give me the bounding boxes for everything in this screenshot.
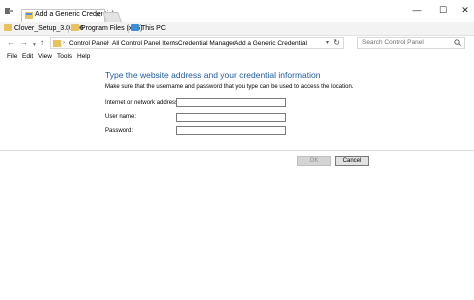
favorites-divider <box>128 25 129 33</box>
page-title: Type the website address and your creden… <box>105 70 321 80</box>
network-address-field[interactable] <box>176 98 286 107</box>
menu-tools[interactable]: Tools <box>57 52 72 62</box>
address-dropdown-icon[interactable]: ▾ <box>326 39 329 48</box>
control-panel-icon <box>25 12 33 19</box>
address-row: ← → ▼ ↑ › Control Panel › All Control Pa… <box>0 36 474 51</box>
back-arrow-icon[interactable]: ← <box>7 38 15 48</box>
new-tab-button[interactable] <box>102 12 122 22</box>
folder-icon <box>71 24 79 31</box>
menu-file[interactable]: File <box>7 52 17 62</box>
favorite-label: This PC <box>141 25 166 32</box>
breadcrumb-separator: › <box>173 40 175 46</box>
forward-arrow-icon[interactable]: → <box>20 38 28 48</box>
recent-locations-icon[interactable]: ▼ <box>32 40 37 50</box>
search-icon <box>454 39 461 46</box>
favorites-bar: Clover_Setup_3.0.406 Program Files (x86)… <box>0 22 474 36</box>
folder-icon <box>4 24 12 31</box>
tab-close-icon[interactable]: ✕ <box>95 11 101 19</box>
address-label: Internet or network address: <box>105 100 180 106</box>
menu-bar: File Edit View Tools Help <box>0 51 474 63</box>
menu-edit[interactable]: Edit <box>22 52 33 62</box>
favorite-this-pc[interactable]: This PC <box>131 24 166 34</box>
cancel-button[interactable]: Cancel <box>335 156 369 166</box>
breadcrumb-control-panel[interactable]: Control Panel <box>69 39 108 48</box>
instruction-text: Make sure that the username and password… <box>105 84 354 90</box>
maximize-button[interactable]: ☐ <box>437 4 449 16</box>
control-panel-icon <box>53 40 61 47</box>
breadcrumb-separator: › <box>63 40 65 46</box>
content-divider <box>0 150 474 151</box>
window-tab[interactable]: Add a Generic Credential ✕ <box>21 9 114 22</box>
menu-view[interactable]: View <box>38 52 52 62</box>
breadcrumb-separator: › <box>107 40 109 46</box>
search-placeholder: Search Control Panel <box>362 39 424 46</box>
address-bar[interactable]: › Control Panel › All Control Panel Item… <box>50 37 344 49</box>
search-input[interactable]: Search Control Panel <box>357 37 465 49</box>
breadcrumb-separator: › <box>303 40 305 46</box>
credential-manager-icon <box>5 8 13 14</box>
breadcrumb-all-items[interactable]: All Control Panel Items <box>112 39 178 48</box>
password-field[interactable] <box>176 126 286 135</box>
username-field[interactable] <box>176 113 286 122</box>
up-arrow-icon[interactable]: ↑ <box>40 38 44 48</box>
minimize-button[interactable]: — <box>411 4 423 16</box>
favorites-divider <box>68 25 69 33</box>
breadcrumb-add-generic-credential[interactable]: Add a Generic Credential <box>234 39 307 48</box>
refresh-icon[interactable]: ↻ <box>333 38 340 48</box>
ok-button[interactable]: OK <box>297 156 331 166</box>
password-label: Password: <box>105 128 134 134</box>
breadcrumb-credential-manager[interactable]: Credential Manager <box>178 39 235 48</box>
close-button[interactable]: ✕ <box>459 4 471 16</box>
title-bar: Add a Generic Credential ✕ — ☐ ✕ <box>0 0 474 22</box>
pc-icon <box>131 24 139 31</box>
username-label: User name: <box>105 114 137 120</box>
main-content: Type the website address and your creden… <box>0 63 474 300</box>
breadcrumb-separator: › <box>228 40 230 46</box>
menu-help[interactable]: Help <box>77 52 90 62</box>
